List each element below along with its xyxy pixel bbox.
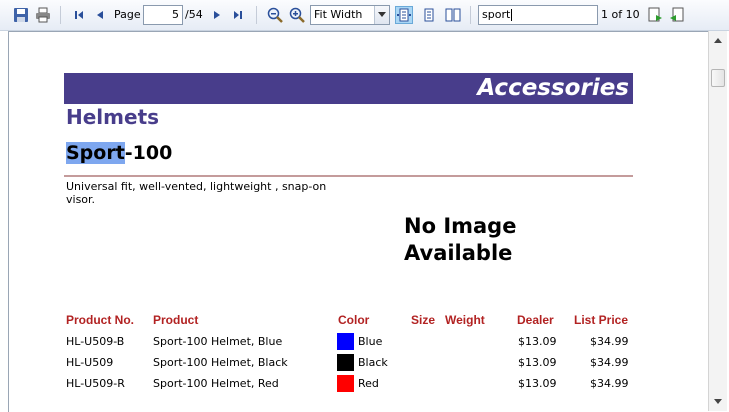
search-highlight: Sport (66, 142, 125, 164)
zoom-select[interactable]: Fit Width (310, 5, 390, 25)
scroll-down-icon[interactable] (710, 393, 726, 409)
chevron-down-icon[interactable] (374, 6, 389, 24)
divider (64, 175, 633, 177)
product-title: Sport-100 (66, 142, 172, 164)
color-swatch (337, 375, 354, 392)
product-title-rest: -100 (124, 142, 173, 164)
header-list-price: List Price (574, 313, 629, 327)
last-page-icon[interactable] (229, 6, 247, 24)
color-swatch (337, 354, 354, 371)
toolbar-separator (256, 6, 257, 24)
single-page-icon[interactable] (420, 6, 438, 24)
search-value: sport (482, 8, 511, 21)
zoom-out-icon[interactable] (266, 6, 284, 24)
category-title: Helmets (66, 105, 160, 129)
header-product: Product (153, 313, 199, 327)
product-description: Universal fit, well-vented, lightweight … (66, 180, 327, 206)
cell-color: Red (358, 377, 379, 390)
cell-dealer: $13.09 (518, 377, 557, 390)
header-size: Size (411, 313, 436, 327)
page-total: /54 (185, 8, 203, 21)
prev-page-icon[interactable] (91, 6, 109, 24)
cell-list-price: $34.99 (590, 335, 629, 348)
two-page-icon[interactable] (444, 6, 462, 24)
find-prev-icon[interactable] (668, 6, 686, 24)
zoom-value: Fit Width (314, 8, 363, 21)
cell-dealer: $13.09 (518, 335, 557, 348)
cell-product: Sport-100 Helmet, Blue (153, 335, 283, 348)
cell-list-price: $34.99 (590, 356, 629, 369)
save-icon[interactable] (12, 6, 30, 24)
page-number-input[interactable]: 5 (143, 5, 183, 25)
header-product-no: Product No. (66, 313, 134, 327)
scroll-thumb[interactable] (711, 69, 725, 87)
toolbar-separator (60, 6, 61, 24)
cell-product: Sport-100 Helmet, Black (153, 356, 288, 369)
section-title: Accessories (477, 75, 629, 101)
text-caret (511, 9, 513, 21)
next-page-icon[interactable] (208, 6, 226, 24)
header-dealer: Dealer (517, 313, 554, 327)
cell-product-no: HL-U509-R (66, 377, 125, 390)
cell-color: Black (358, 356, 388, 369)
toolbar-separator (470, 6, 471, 24)
no-image-line: Available (404, 241, 513, 265)
report-toolbar: Page 5 /54 Fit Width sport 1 of 10 (0, 0, 729, 31)
vertical-scrollbar[interactable] (708, 31, 727, 411)
zoom-in-icon[interactable] (288, 6, 306, 24)
search-result-count: 1 of 10 (601, 8, 640, 21)
page-label: Page (114, 8, 141, 21)
header-color: Color (338, 313, 370, 327)
cell-dealer: $13.09 (518, 356, 557, 369)
color-swatch (337, 333, 354, 350)
first-page-icon[interactable] (70, 6, 88, 24)
header-weight: Weight (445, 313, 485, 327)
cell-list-price: $34.99 (590, 377, 629, 390)
find-next-icon[interactable] (646, 6, 664, 24)
search-input[interactable]: sport (478, 5, 598, 25)
no-image-line: No Image (404, 214, 517, 238)
no-image-placeholder: No Image Available (404, 213, 516, 267)
scroll-up-icon[interactable] (710, 32, 726, 48)
page-layout-icon[interactable] (395, 6, 413, 24)
cell-color: Blue (358, 335, 383, 348)
cell-product: Sport-100 Helmet, Red (153, 377, 279, 390)
section-band: Accessories (64, 73, 633, 104)
report-page: Accessories Helmets Sport-100 Universal … (8, 31, 709, 412)
cell-product-no: HL-U509 (66, 356, 114, 369)
cell-product-no: HL-U509-B (66, 335, 125, 348)
print-icon[interactable] (34, 6, 52, 24)
